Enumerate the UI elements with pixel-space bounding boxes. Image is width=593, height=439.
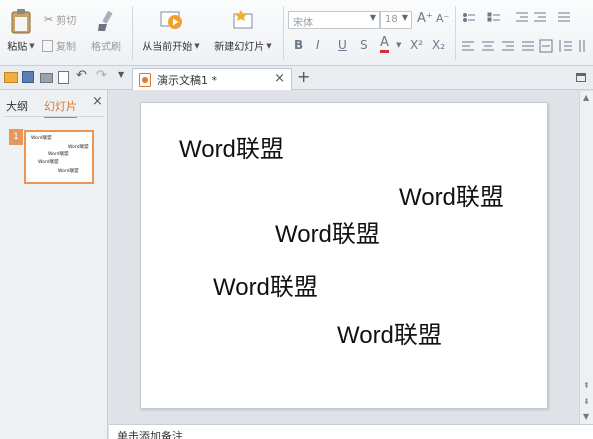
save-icon[interactable]	[22, 71, 34, 83]
customize-toolbar-icon[interactable]: ▼	[118, 70, 132, 84]
undo-icon[interactable]: ↶	[76, 68, 90, 83]
paste-button[interactable]: 粘贴 ▼	[4, 8, 38, 53]
presentation-icon	[139, 72, 151, 87]
strikethrough-button[interactable]: S	[360, 38, 368, 52]
new-slide-icon	[233, 10, 253, 29]
format-painter-button[interactable]: 格式刷	[89, 10, 123, 53]
print-preview-icon[interactable]	[58, 71, 69, 84]
subscript-button[interactable]: X₂	[432, 38, 445, 52]
bold-button[interactable]: B	[294, 38, 303, 52]
distribute-icon[interactable]	[539, 39, 553, 53]
bullet-list-icon[interactable]	[463, 13, 476, 22]
from-current-button[interactable]: 从当前开始 ▼	[138, 8, 204, 53]
paste-label: 粘贴	[7, 42, 28, 53]
ribbon-separator	[455, 6, 456, 60]
vertical-scrollbar[interactable]: ▲ ⇞ ⇟ ▼	[579, 91, 593, 424]
justify-icon[interactable]	[522, 41, 534, 51]
scissors-icon: ✂	[44, 13, 54, 26]
superscript-button[interactable]: X²	[410, 38, 423, 52]
italic-button[interactable]: I	[316, 38, 320, 52]
document-tab[interactable]: 演示文稿1 * ×	[132, 68, 292, 90]
align-right-icon[interactable]	[502, 41, 514, 51]
decrease-indent-icon[interactable]	[516, 12, 528, 22]
font-name-value: 宋体	[293, 18, 313, 29]
font-color-dropdown[interactable]: ▼	[396, 41, 401, 49]
copy-icon	[42, 39, 53, 52]
slide-editor: Word联盟 Word联盟 Word联盟 Word联盟 Word联盟	[109, 91, 579, 424]
open-folder-icon[interactable]	[4, 72, 18, 83]
new-slide-button[interactable]: 新建幻灯片 ▼	[208, 8, 278, 53]
previous-slide-icon[interactable]: ⇞	[583, 381, 590, 390]
paragraph-group	[462, 12, 590, 58]
notes-pane[interactable]: 单击添加备注	[109, 424, 593, 439]
font-name-select[interactable]: 宋体 ▼	[288, 11, 380, 29]
copy-button[interactable]: 复制	[42, 38, 76, 53]
slide-text-box[interactable]: Word联盟	[399, 177, 504, 212]
chevron-down-icon: ▼	[266, 41, 272, 50]
slide-text-box[interactable]: Word联盟	[213, 267, 318, 302]
paragraph-spacing-icon[interactable]	[559, 40, 572, 52]
text-direction-icon[interactable]	[579, 40, 585, 52]
increase-indent-icon[interactable]	[534, 12, 546, 22]
font-size-value: 18	[385, 14, 398, 25]
tab-slides[interactable]: 幻灯片	[44, 98, 77, 118]
slide-thumbnail[interactable]: Word联盟 Word联盟 Word联盟 Word联盟 Word联盟	[24, 130, 94, 184]
notes-placeholder: 单击添加备注	[117, 430, 183, 439]
next-slide-icon[interactable]: ⇟	[583, 397, 590, 406]
thumbnail-text: Word联盟	[31, 136, 52, 141]
ribbon-separator	[132, 6, 133, 60]
tab-bar: ↶ ↷ ▼ 演示文稿1 * × +	[0, 66, 593, 90]
clipboard-icon	[11, 9, 31, 34]
font-color-button[interactable]: A	[380, 36, 389, 53]
cut-label: 剪切	[56, 16, 77, 27]
line-spacing-icon[interactable]	[558, 12, 570, 22]
ribbon: 粘贴 ▼ ✂ 剪切 复制 格式刷 从当前开始 ▼ 新建幻灯片 ▼ 宋体 ▼ 18…	[0, 0, 593, 66]
grow-font-button[interactable]: A⁺	[417, 11, 433, 26]
align-left-icon[interactable]	[462, 41, 474, 51]
cut-button[interactable]: ✂ 剪切	[44, 12, 76, 27]
thumbnail-text: Word联盟	[48, 152, 69, 157]
tab-outline[interactable]: 大纲	[6, 98, 28, 114]
slide-number-badge: 1	[9, 129, 23, 145]
slide-text-box[interactable]: Word联盟	[179, 129, 284, 164]
slide-canvas[interactable]: Word联盟 Word联盟 Word联盟 Word联盟 Word联盟	[140, 102, 548, 409]
chevron-down-icon: ▼	[369, 13, 376, 22]
thumbnail-text: Word联盟	[38, 160, 59, 165]
chevron-down-icon: ▼	[401, 13, 408, 22]
close-tab-icon[interactable]: ×	[274, 71, 285, 86]
new-slide-label: 新建幻灯片	[214, 42, 265, 53]
from-current-label: 从当前开始	[142, 42, 193, 53]
copy-label: 复制	[56, 42, 76, 53]
redo-icon[interactable]: ↷	[96, 68, 110, 83]
chevron-down-icon: ▼	[194, 41, 200, 50]
ribbon-separator	[283, 6, 284, 60]
shrink-font-button[interactable]: A⁻	[436, 12, 449, 25]
format-painter-label: 格式刷	[91, 42, 121, 53]
ribbon-options-icon[interactable]	[576, 73, 586, 82]
align-center-icon[interactable]	[482, 41, 494, 51]
thumbnail-text: Word联盟	[58, 169, 79, 174]
brush-icon	[98, 10, 113, 31]
play-slideshow-icon	[160, 11, 182, 29]
new-tab-button[interactable]: +	[297, 67, 310, 86]
print-icon[interactable]	[40, 73, 53, 83]
thumbnail-text: Word联盟	[68, 145, 89, 150]
font-size-select[interactable]: 18 ▼	[380, 11, 412, 29]
numbered-list-icon[interactable]	[487, 12, 500, 22]
slide-text-box[interactable]: Word联盟	[337, 315, 442, 350]
close-panel-icon[interactable]: ×	[92, 94, 103, 109]
panel-divider	[4, 116, 104, 117]
slides-panel: 大纲 幻灯片 × 1 Word联盟 Word联盟 Word联盟 Word联盟 W…	[0, 90, 108, 439]
slide-text-box[interactable]: Word联盟	[275, 214, 380, 249]
scroll-up-icon[interactable]: ▲	[583, 93, 589, 102]
underline-button[interactable]: U	[338, 38, 347, 52]
chevron-down-icon: ▼	[29, 41, 35, 50]
scroll-down-icon[interactable]: ▼	[583, 412, 589, 421]
document-title: 演示文稿1 *	[157, 73, 217, 87]
